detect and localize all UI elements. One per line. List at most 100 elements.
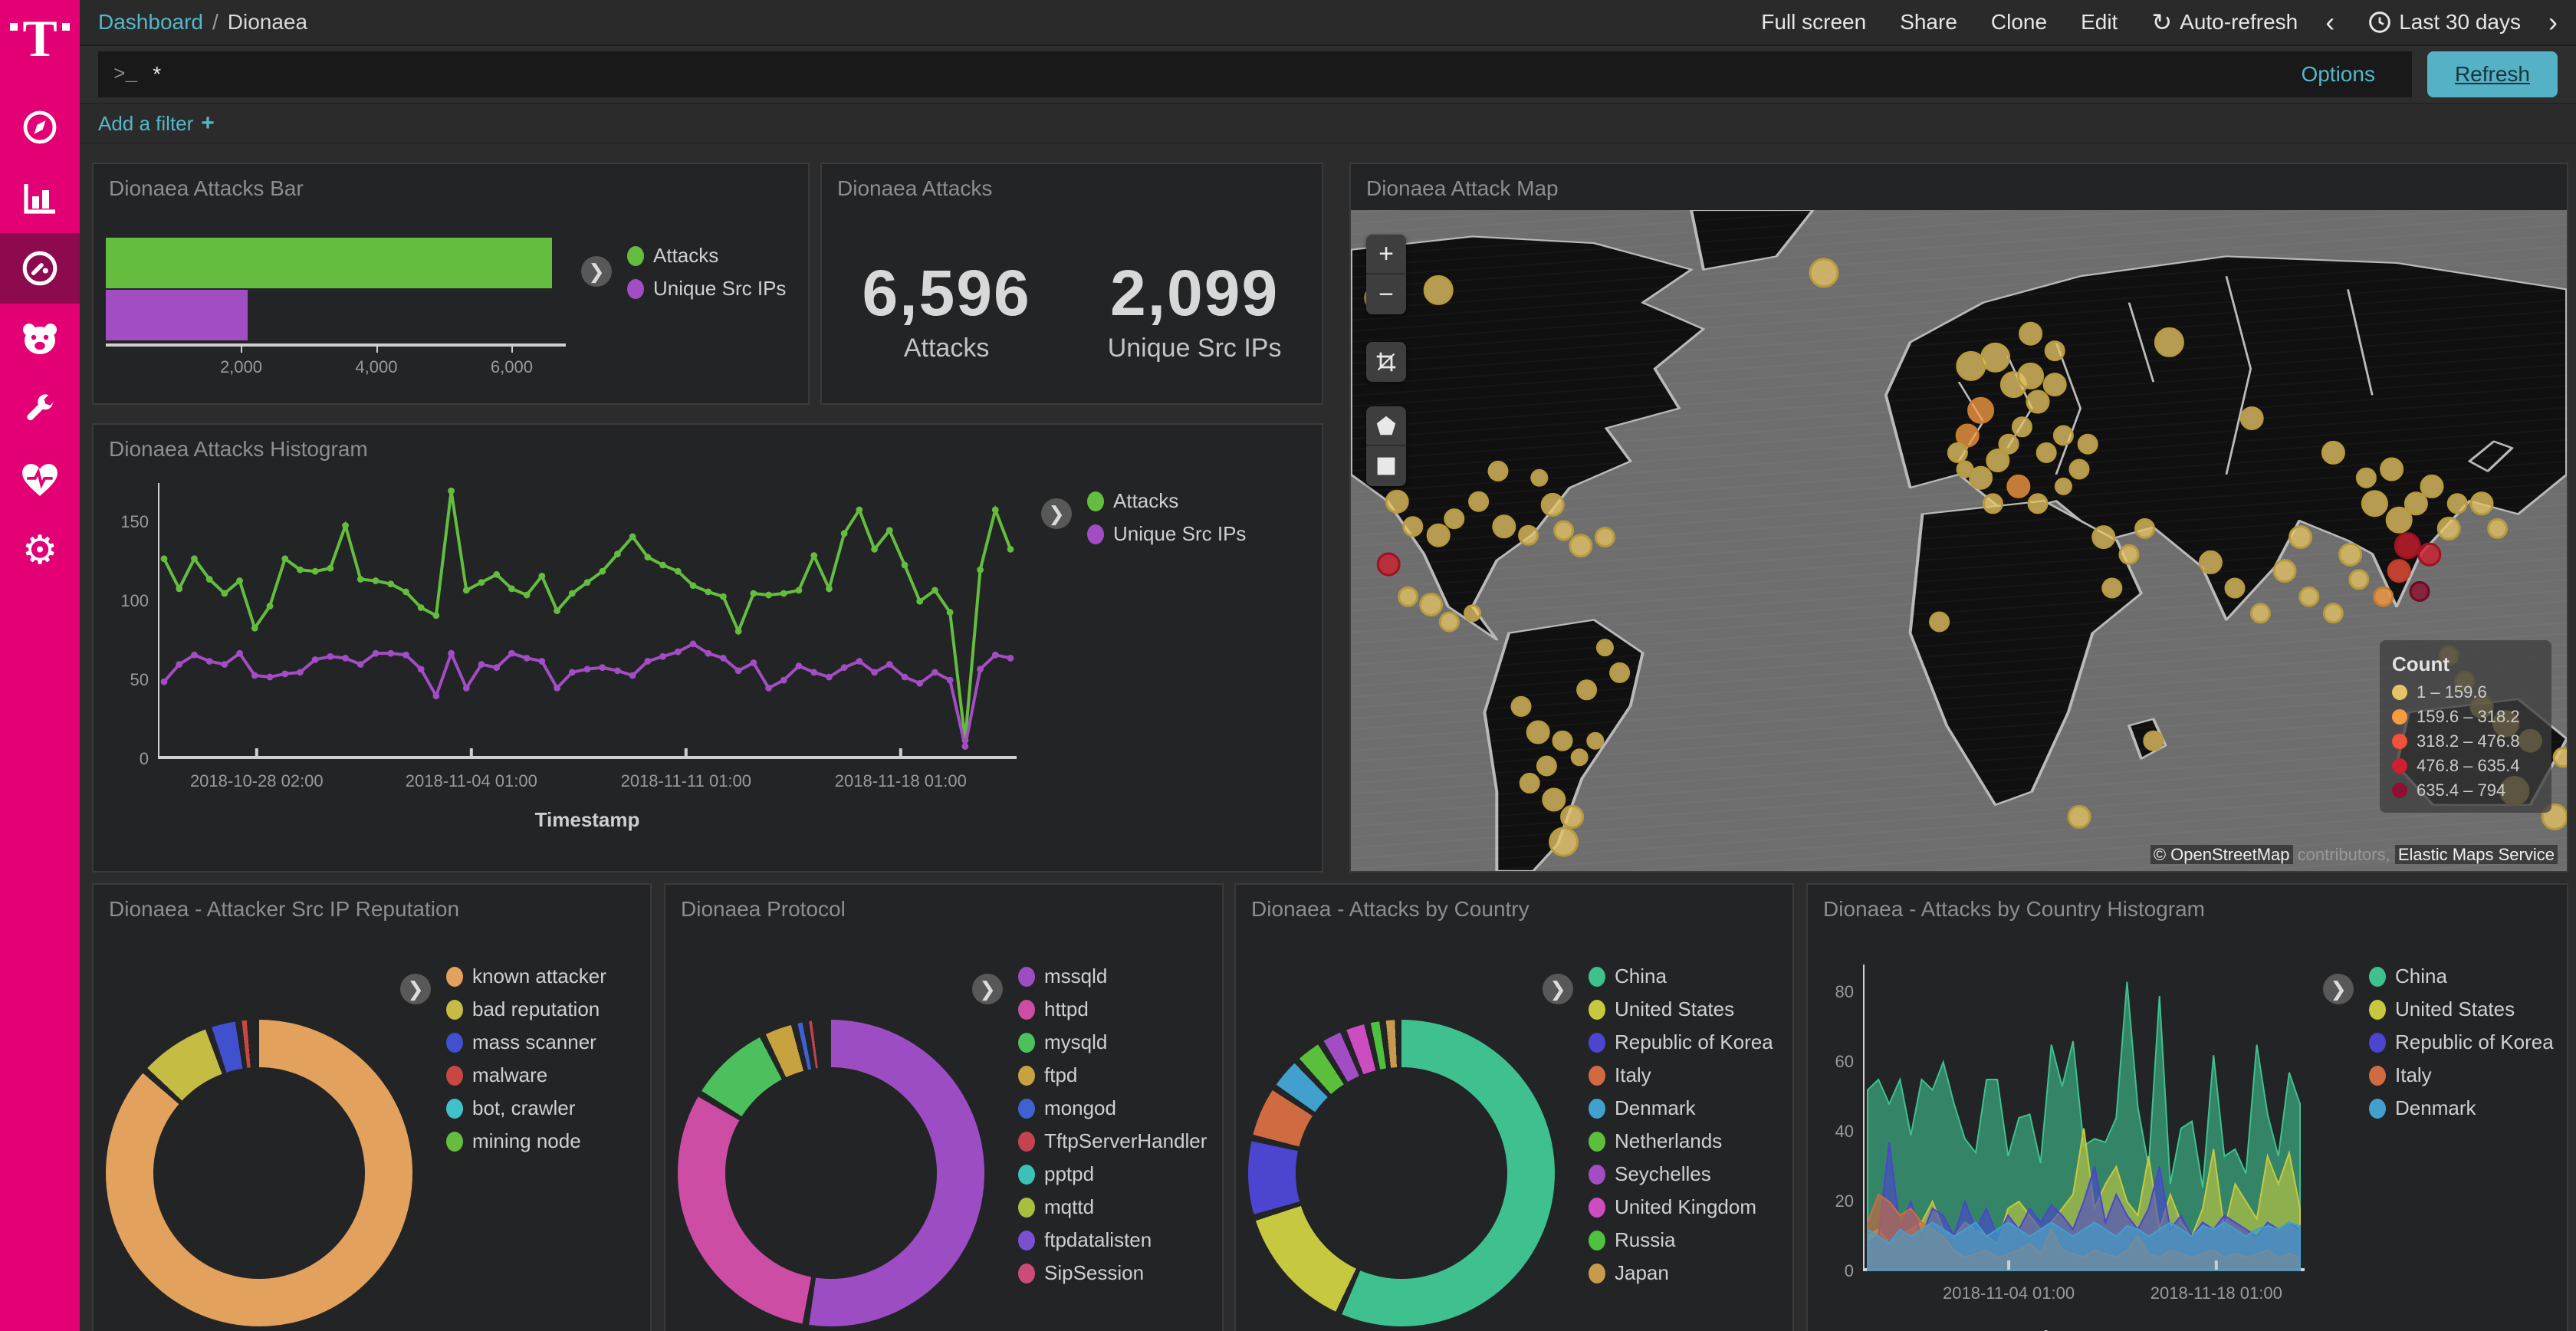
legend-item[interactable]: China (1589, 965, 1773, 988)
attack-location-bubble[interactable] (1611, 663, 1629, 682)
attack-location-bubble[interactable] (2144, 731, 2163, 750)
attack-location-bubble[interactable] (1810, 259, 1838, 287)
fit-bounds-icon[interactable] (1366, 342, 1406, 382)
zoom-out-button[interactable]: − (1366, 274, 1406, 314)
draw-polygon-icon[interactable] (1366, 406, 1406, 446)
legend-item[interactable]: TftpServerHandler (1018, 1129, 1207, 1153)
attack-location-bubble[interactable] (1553, 731, 1572, 750)
attack-location-bubble[interactable] (2241, 408, 2262, 429)
attack-location-bubble[interactable] (1570, 535, 1592, 557)
auto-refresh-button[interactable]: ↻ Auto-refresh (2151, 8, 2298, 37)
legend-item[interactable]: mongod (1018, 1096, 1207, 1120)
refresh-button[interactable]: Refresh (2427, 51, 2558, 97)
attack-location-bubble[interactable] (2044, 374, 2065, 396)
attack-location-bubble[interactable] (2324, 604, 2342, 623)
attack-location-bubble[interactable] (2300, 587, 2318, 606)
attack-location-bubble[interactable] (1930, 613, 1949, 631)
attack-location-bubble[interactable] (2093, 527, 2114, 548)
attack-location-bubble[interactable] (2381, 458, 2403, 480)
line-chart[interactable] (158, 483, 1017, 759)
attack-location-bubble[interactable] (1969, 398, 1993, 422)
world-map[interactable]: + − (1351, 210, 2567, 871)
legend-item[interactable]: Denmark (2369, 1096, 2554, 1120)
breadcrumb-dashboard-link[interactable]: Dashboard (98, 10, 203, 35)
sidebar-item-monitoring[interactable] (0, 445, 80, 515)
attack-location-bubble[interactable] (1562, 806, 1583, 827)
legend-item[interactable]: United States (1589, 997, 1773, 1021)
sidebar-item-devtools[interactable] (0, 374, 80, 445)
attack-location-bubble[interactable] (2290, 527, 2312, 548)
attack-location-bubble[interactable] (2226, 579, 2244, 597)
attack-location-bubble[interactable] (1440, 613, 1458, 631)
edit-button[interactable]: Edit (2081, 10, 2118, 35)
attack-location-bubble[interactable] (1493, 516, 1515, 537)
osm-attribution[interactable]: © OpenStreetMap (2150, 845, 2293, 864)
sidebar-item-dashboard[interactable] (0, 233, 80, 304)
attack-location-bubble[interactable] (1421, 594, 1442, 616)
attack-location-bubble[interactable] (1572, 750, 1587, 765)
attack-location-bubble[interactable] (2103, 579, 2121, 597)
time-back-arrow[interactable]: ‹ (2325, 8, 2334, 36)
attack-location-bubble[interactable] (2019, 363, 2043, 388)
add-filter-link[interactable]: Add a filter (98, 112, 193, 136)
attack-location-bubble[interactable] (2357, 468, 2375, 487)
legend-item[interactable]: mysqld (1018, 1030, 1207, 1054)
legend-item[interactable]: Seychelles (1589, 1162, 1773, 1186)
legend-item[interactable]: United Kingdom (1589, 1195, 1773, 1219)
bar-chart[interactable]: 2,0004,0006,000 (106, 238, 566, 391)
legend-item[interactable]: Attacks (1087, 489, 1246, 513)
attack-location-bubble[interactable] (1428, 524, 1449, 546)
attack-location-bubble[interactable] (2068, 806, 2090, 827)
attack-location-bubble[interactable] (1404, 518, 1422, 536)
legend-item[interactable]: Russia (1589, 1228, 1773, 1252)
attack-location-bubble[interactable] (1999, 435, 2018, 453)
legend-toggle-icon[interactable]: ❯ (581, 256, 612, 287)
bar-attacks[interactable] (106, 238, 552, 288)
attack-location-bubble[interactable] (1527, 721, 1549, 743)
legend-item[interactable]: bad reputation (446, 997, 606, 1021)
attack-location-bubble[interactable] (2055, 478, 2071, 494)
sidebar-item-discover[interactable] (0, 92, 80, 163)
attack-location-bubble[interactable] (1970, 467, 1992, 488)
legend-toggle-icon[interactable]: ❯ (400, 974, 431, 1004)
attack-location-bubble[interactable] (2029, 495, 2047, 513)
legend-item[interactable]: mass scanner (446, 1030, 606, 1054)
draw-rectangle-icon[interactable] (1366, 446, 1406, 486)
attack-location-bubble[interactable] (2136, 519, 2154, 537)
attack-location-bubble[interactable] (1555, 521, 1573, 540)
attack-location-bubble[interactable] (2471, 493, 2492, 514)
attack-location-bubble[interactable] (2013, 418, 2031, 436)
legend-toggle-icon[interactable]: ❯ (972, 974, 1003, 1004)
area-chart[interactable] (1863, 965, 2305, 1271)
legend-item[interactable]: Japan (1589, 1261, 1773, 1285)
legend-toggle-icon[interactable]: ❯ (1041, 498, 1072, 529)
attack-location-bubble[interactable] (2070, 460, 2088, 478)
attack-location-bubble[interactable] (1537, 757, 1556, 775)
legend-item[interactable]: malware (446, 1063, 606, 1087)
legend-item[interactable]: mining node (446, 1129, 606, 1153)
attack-location-bubble[interactable] (1543, 789, 1565, 810)
ems-attribution[interactable]: Elastic Maps Service (2395, 845, 2558, 864)
sidebar-item-management[interactable]: ⚙ (0, 515, 80, 586)
query-value[interactable]: * (153, 62, 161, 87)
reputation-donut-chart[interactable] (106, 1020, 412, 1326)
legend-toggle-icon[interactable]: ❯ (1543, 974, 1573, 1004)
attack-location-bubble[interactable] (2340, 544, 2361, 565)
attack-location-bubble[interactable] (2489, 519, 2507, 537)
attack-location-bubble[interactable] (1445, 510, 1464, 528)
attack-location-bubble[interactable] (1465, 606, 1480, 621)
attack-location-bubble[interactable] (2020, 323, 2042, 344)
time-range-picker[interactable]: Last 30 days (2368, 10, 2521, 35)
time-forward-arrow[interactable]: › (2548, 8, 2558, 36)
attack-location-bubble[interactable] (1386, 491, 1408, 512)
attack-location-bubble[interactable] (1982, 343, 2009, 371)
attack-location-bubble[interactable] (2120, 545, 2138, 564)
attack-location-bubble[interactable] (1512, 697, 1530, 715)
share-button[interactable]: Share (1900, 10, 1957, 35)
attack-location-bubble[interactable] (1470, 492, 1488, 511)
attack-location-bubble[interactable] (2405, 493, 2426, 514)
attack-location-bubble[interactable] (1424, 276, 1452, 304)
legend-item[interactable]: China (2369, 965, 2554, 988)
legend-item[interactable]: bot, crawler (446, 1096, 606, 1120)
attack-location-bubble[interactable] (2200, 551, 2221, 573)
